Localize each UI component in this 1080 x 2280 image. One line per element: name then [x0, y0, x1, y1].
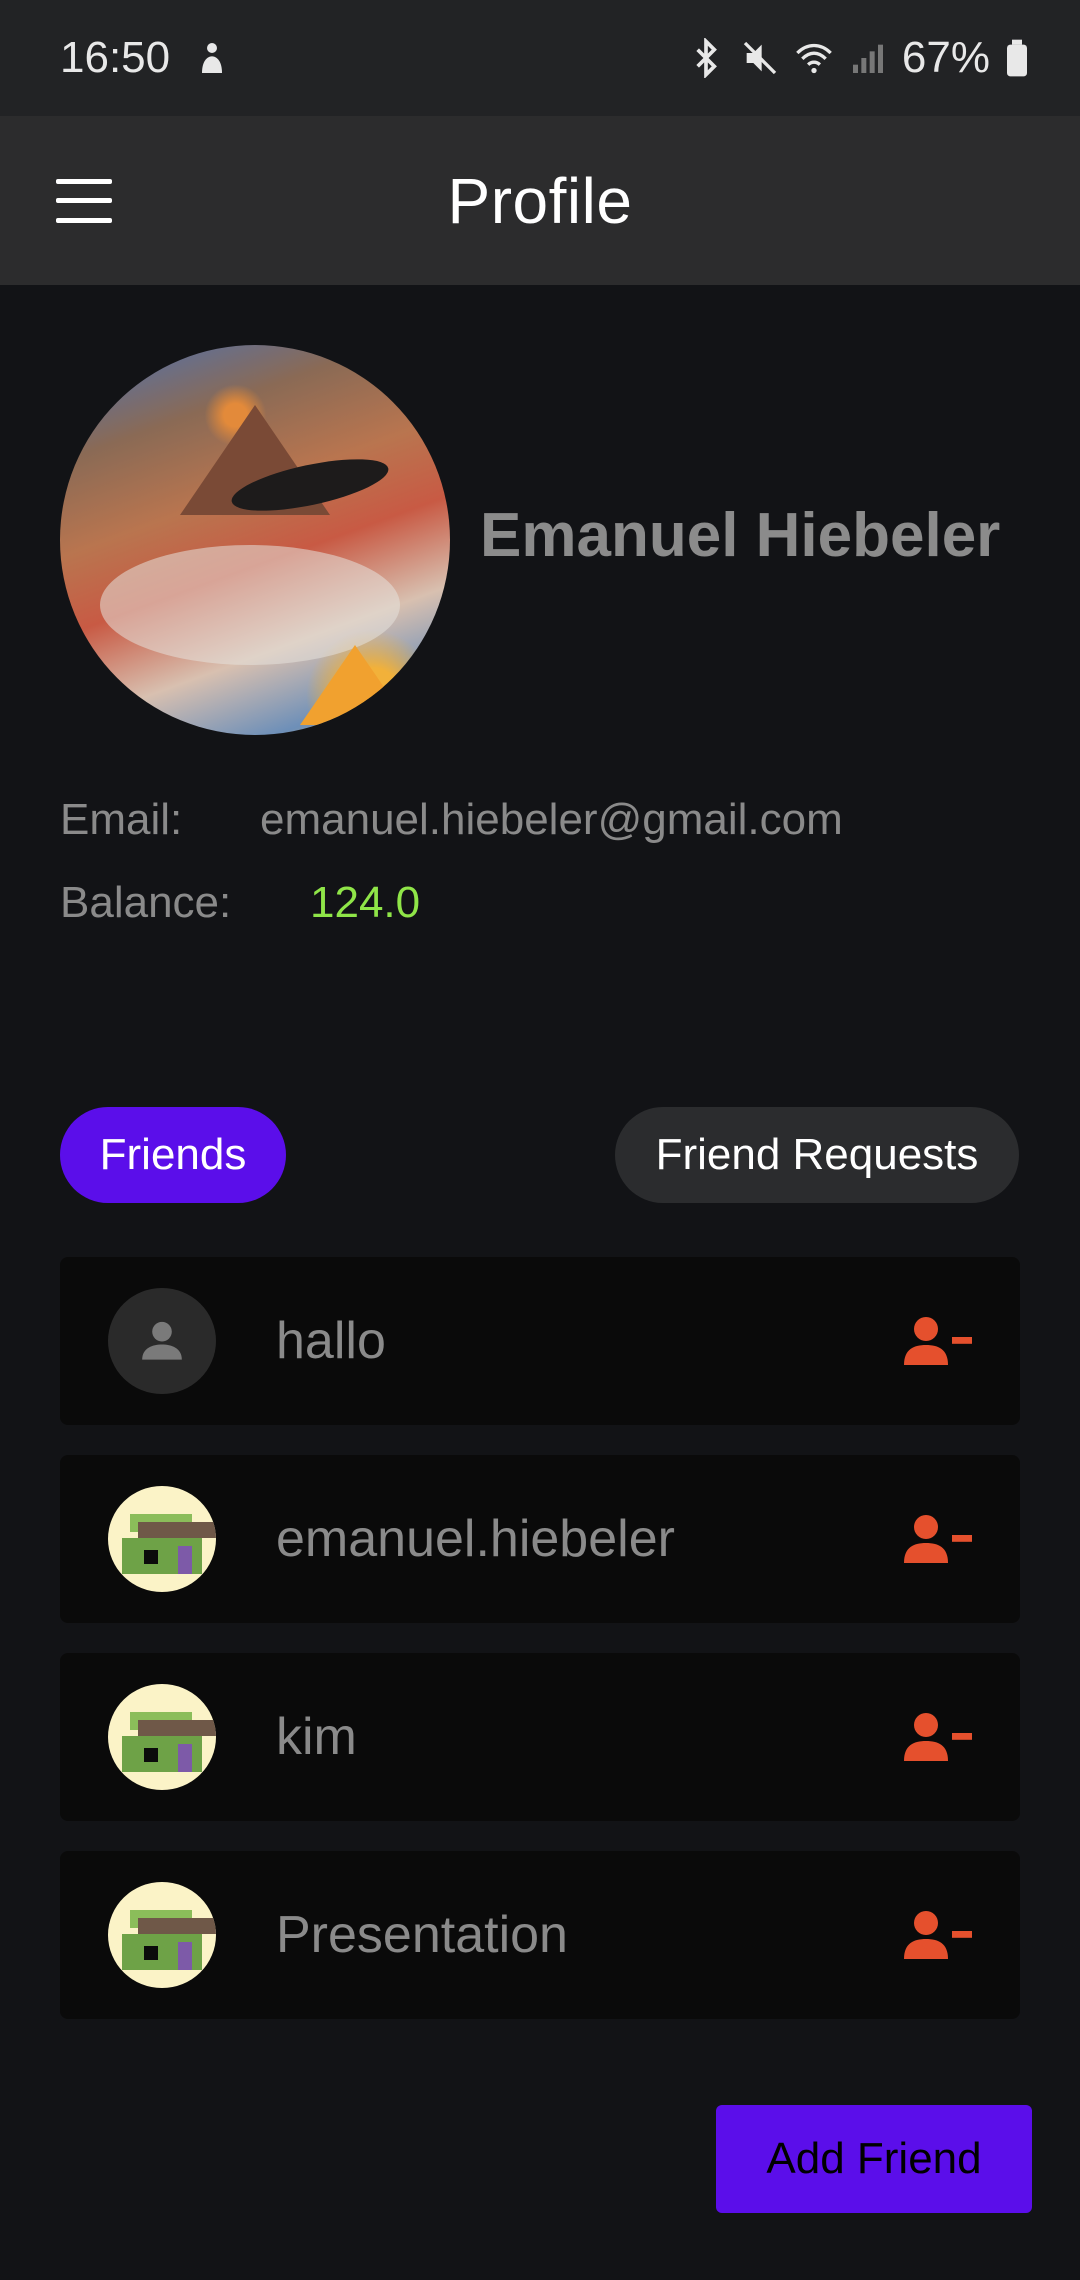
balance-value: 124.0 — [310, 878, 421, 927]
list-item: kim — [60, 1653, 1020, 1821]
tab-friend-requests[interactable]: Friend Requests — [615, 1107, 1019, 1203]
balance-label: Balance: — [60, 878, 232, 927]
remove-friend-icon[interactable] — [904, 1711, 972, 1763]
friend-name: emanuel.hiebeler — [276, 1510, 675, 1568]
profile-name: Emanuel Hiebeler — [480, 501, 1001, 570]
status-left: 16:50 — [60, 33, 232, 83]
list-item: emanuel.hiebeler — [60, 1455, 1020, 1623]
status-bar: 16:50 67% — [0, 0, 1080, 116]
remove-friend-icon[interactable] — [904, 1909, 972, 1961]
list-item: hallo — [60, 1257, 1020, 1425]
email-label: Email: — [60, 795, 183, 844]
pixel-avatar — [108, 1882, 216, 1988]
email-row: Email: emanuel.hiebeler@gmail.com — [60, 795, 1060, 845]
friend-name: hallo — [276, 1312, 386, 1370]
notification-icon — [192, 38, 232, 78]
signal-icon — [848, 38, 888, 78]
battery-percentage: 67% — [901, 33, 990, 82]
balance-row: Balance: 124.0 — [60, 878, 660, 928]
pixel-avatar — [108, 1486, 216, 1592]
friend-name: Presentation — [276, 1906, 568, 1964]
battery-icon — [1004, 38, 1030, 78]
status-right: 67% — [686, 33, 1030, 83]
bluetooth-icon — [686, 38, 726, 78]
tab-friends[interactable]: Friends — [60, 1107, 286, 1203]
remove-friend-icon[interactable] — [904, 1513, 972, 1565]
person-icon — [108, 1288, 216, 1394]
app-bar: Profile — [0, 116, 1080, 285]
profile-avatar — [60, 345, 450, 735]
list-item: Presentation — [60, 1851, 1020, 2019]
friend-name: kim — [276, 1708, 357, 1766]
wifi-icon — [794, 38, 834, 78]
status-time: 16:50 — [60, 33, 171, 82]
remove-friend-icon[interactable] — [904, 1315, 972, 1367]
pixel-avatar — [108, 1684, 216, 1790]
email-value: emanuel.hiebeler@gmail.com — [260, 795, 843, 844]
menu-icon[interactable] — [56, 178, 112, 223]
add-friend-button[interactable]: Add Friend — [716, 2105, 1032, 2213]
mute-icon — [740, 38, 780, 78]
page-title: Profile — [447, 164, 633, 237]
